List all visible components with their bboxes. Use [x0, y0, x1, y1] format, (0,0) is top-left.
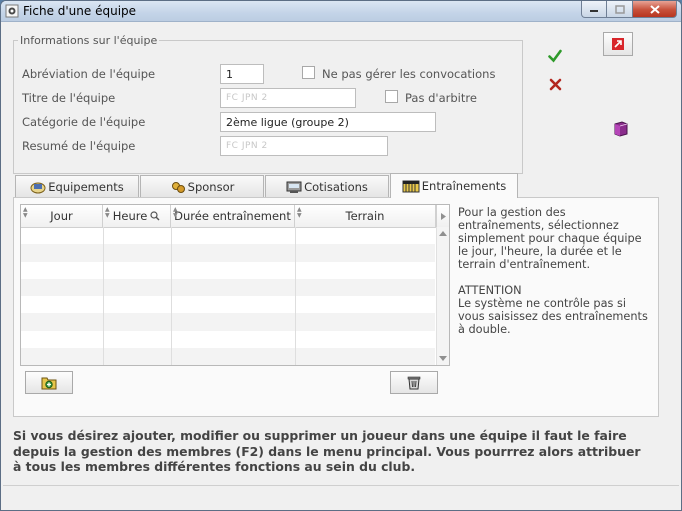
- window-content: Informations sur l'équipe Abréviation de…: [3, 22, 679, 508]
- column-header-duree-label: Durée entraînement: [174, 209, 291, 223]
- window-title: Fiche d'une équipe: [23, 4, 137, 18]
- window-controls: [581, 1, 677, 19]
- tab-sponsor[interactable]: Sponsor: [140, 175, 264, 198]
- column-divider: [171, 227, 172, 365]
- sort-icon: ▲ ▼: [105, 206, 110, 219]
- register-icon: [286, 181, 302, 193]
- table-row[interactable]: [21, 244, 435, 262]
- tab-cotisations-label: Cotisations: [304, 180, 368, 194]
- book-button[interactable]: [611, 119, 631, 139]
- chevron-right-icon: [440, 212, 446, 220]
- open-external-button[interactable]: [603, 32, 633, 56]
- close-button[interactable]: [633, 1, 677, 18]
- training-panel: ▲ ▼ Jour ▲ ▼ Heure ▲ ▼ Durée entraînement ▲…: [13, 197, 659, 417]
- maximize-icon: [614, 4, 625, 14]
- scroll-down-icon[interactable]: [439, 356, 447, 361]
- sort-icon: ▲ ▼: [23, 206, 28, 219]
- cancel-button[interactable]: [547, 76, 563, 92]
- summary-label: Resumé de l'équipe: [22, 139, 136, 153]
- grid-rows: [21, 227, 435, 365]
- tab-entrainements-label: Entraînements: [421, 179, 507, 193]
- category-label: Catégorie de l'équipe: [22, 115, 146, 129]
- category-input[interactable]: 2ème ligue (groupe 2): [220, 112, 436, 132]
- table-row[interactable]: [21, 227, 435, 244]
- training-help-text: Pour la gestion des entraînements, sélec…: [458, 206, 648, 349]
- column-header-terrain[interactable]: ▲ ▼ Terrain: [295, 205, 436, 227]
- team-title-input[interactable]: FC JPN 2: [220, 88, 356, 108]
- add-folder-icon: [41, 377, 57, 390]
- no-referee-checkbox[interactable]: [385, 90, 398, 103]
- scroll-up-icon[interactable]: [439, 231, 447, 236]
- table-row[interactable]: [21, 262, 435, 279]
- book-icon: [614, 121, 628, 137]
- team-info-legend: Informations sur l'équipe: [20, 34, 158, 47]
- vertical-scrollbar[interactable]: [436, 227, 449, 365]
- help-paragraph: Pour la gestion des entraînements, sélec…: [458, 206, 642, 271]
- table-row[interactable]: [21, 278, 435, 296]
- tab-cotisations[interactable]: Cotisations: [265, 175, 389, 198]
- table-row[interactable]: [21, 347, 435, 365]
- help-attention-title: ATTENTION: [458, 284, 522, 297]
- external-link-icon: [612, 38, 624, 50]
- no-referee-label: Pas d'arbitre: [405, 91, 477, 105]
- help-attention-text: Le système ne contrôle pas si vous saisi…: [458, 297, 648, 336]
- add-training-button[interactable]: [25, 371, 73, 394]
- tab-entrainements[interactable]: Entraînements: [390, 173, 518, 198]
- team-title-label: Titre de l'équipe: [22, 91, 116, 105]
- column-divider: [295, 227, 296, 365]
- abbreviation-input[interactable]: 1: [220, 64, 264, 84]
- abbreviation-label: Abréviation de l'équipe: [22, 67, 156, 81]
- column-header-jour[interactable]: ▲ ▼ Jour: [21, 205, 103, 227]
- column-divider: [103, 227, 104, 365]
- minimize-button[interactable]: [581, 1, 607, 18]
- column-header-duree[interactable]: ▲ ▼ Durée entraînement: [171, 205, 295, 227]
- checkmark-icon: [548, 49, 562, 63]
- trash-icon: [407, 376, 421, 390]
- close-icon: [649, 4, 660, 14]
- maximize-button[interactable]: [607, 1, 633, 18]
- minimize-icon: [590, 10, 598, 12]
- members-note: Si vous désirez ajouter, modifier ou sup…: [13, 428, 641, 474]
- no-convocations-label: Ne pas gérer les convocations: [322, 67, 496, 81]
- title-bar[interactable]: Fiche d'une équipe: [1, 1, 681, 22]
- header-scroll-right[interactable]: [436, 205, 449, 227]
- column-header-terrain-label: Terrain: [345, 209, 385, 223]
- training-grid[interactable]: ▲ ▼ Jour ▲ ▼ Heure ▲ ▼ Durée entraînement ▲…: [20, 204, 450, 366]
- column-header-heure[interactable]: ▲ ▼ Heure: [103, 205, 171, 227]
- summary-input[interactable]: FC JPN 2: [220, 136, 388, 156]
- tab-equipements-label: Equipements: [48, 180, 124, 194]
- tab-equipements[interactable]: Equipements: [15, 175, 139, 198]
- no-convocations-checkbox[interactable]: [302, 66, 315, 79]
- equipment-icon: [30, 182, 46, 193]
- status-bar: [3, 485, 679, 508]
- validate-button[interactable]: [547, 48, 563, 64]
- team-window: Fiche d'une équipe Informations sur l'éq…: [0, 0, 682, 511]
- sort-icon: ▲ ▼: [297, 206, 302, 219]
- sort-icon: ▲ ▼: [173, 206, 178, 219]
- tab-sponsor-label: Sponsor: [187, 180, 235, 194]
- table-row[interactable]: [21, 296, 435, 313]
- delete-training-button[interactable]: [390, 371, 438, 394]
- app-icon: [5, 4, 19, 18]
- training-icon: [402, 180, 420, 192]
- search-icon: [150, 211, 160, 221]
- table-row[interactable]: [21, 313, 435, 331]
- grid-header: ▲ ▼ Jour ▲ ▼ Heure ▲ ▼ Durée entraînement ▲…: [21, 205, 449, 228]
- table-row[interactable]: [21, 331, 435, 348]
- sponsor-icon: [171, 181, 185, 193]
- column-header-heure-label: Heure: [112, 209, 148, 223]
- cross-icon: [549, 78, 561, 90]
- column-header-jour-label: Jour: [50, 209, 73, 223]
